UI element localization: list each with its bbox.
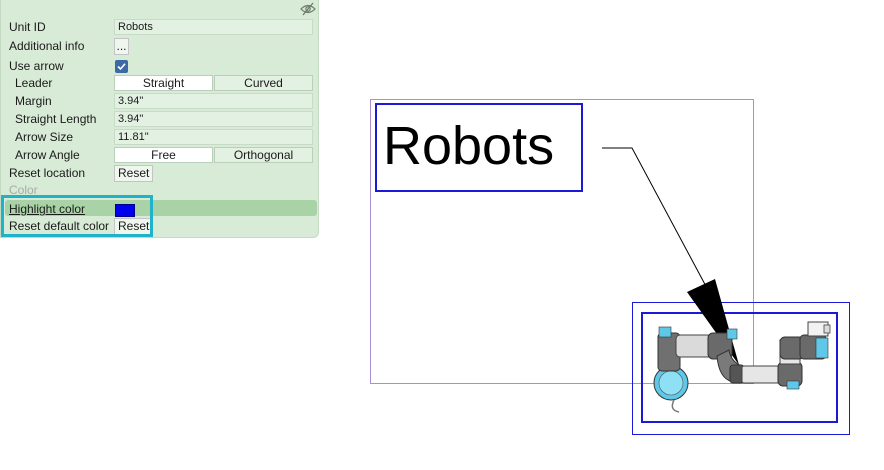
use-arrow-row: Use arrow [1,58,319,76]
arrow-angle-label: Arrow Angle [15,148,80,162]
leader-straight-option[interactable]: Straight [114,75,213,91]
unit-id-label: Unit ID [9,20,46,34]
margin-row: Margin 3.94" [1,93,319,111]
leader-curved-option[interactable]: Curved [214,75,313,91]
leader-label: Leader [15,76,53,90]
leader-row: Leader Straight Curved [1,75,319,93]
straight-length-row: Straight Length 3.94" [1,111,319,129]
arrow-size-row: Arrow Size 11.81" [1,129,319,147]
check-icon [117,63,126,71]
arrow-angle-row: Arrow Angle Free Orthogonal [1,147,319,165]
reset-location-label: Reset location [9,166,86,180]
reset-location-button[interactable]: Reset [114,165,154,182]
additional-info-label: Additional info [9,39,85,53]
arrow-angle-orthogonal-option[interactable]: Orthogonal [214,147,313,163]
straight-length-field[interactable]: 3.94" [114,111,313,127]
margin-field[interactable]: 3.94" [114,93,313,109]
arrow-size-field[interactable]: 11.81" [114,129,313,145]
margin-label: Margin [15,94,52,108]
additional-info-row: Additional info ... [1,38,319,56]
eye-slash-icon[interactable] [300,2,316,16]
use-arrow-label: Use arrow [9,59,64,73]
robot-arm-icon [653,321,831,413]
reset-location-row: Reset location Reset [1,165,319,183]
annotation-overlay [602,147,831,413]
focus-highlight-outline [1,195,153,237]
unit-id-field[interactable]: Robots [114,19,313,35]
use-arrow-checkbox[interactable] [115,60,128,73]
arrow-angle-free-option[interactable]: Free [114,147,213,163]
arrow-size-label: Arrow Size [15,130,74,144]
unit-id-row: Unit ID Robots [1,19,319,37]
leader-line [602,147,709,291]
straight-length-label: Straight Length [15,112,97,126]
drawing-canvas[interactable]: Robots [319,0,884,470]
additional-info-button[interactable]: ... [114,38,129,55]
